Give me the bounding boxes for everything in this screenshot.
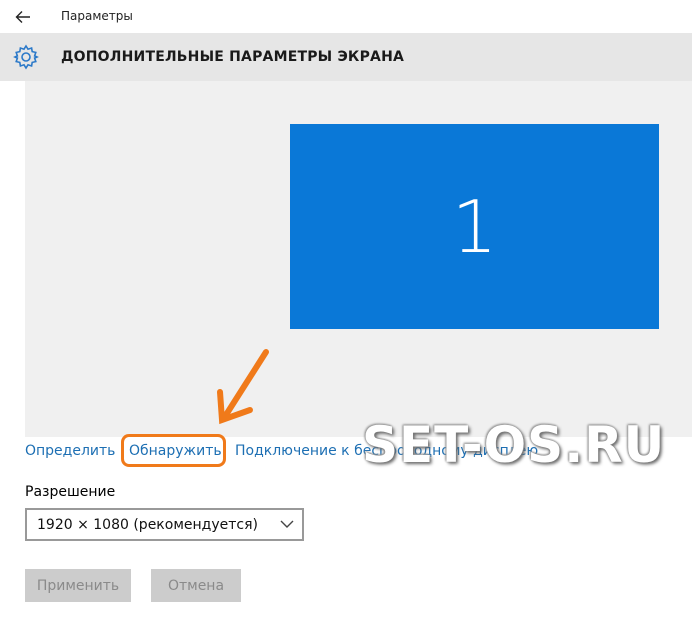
- watermark-text: SET-OS.RU: [362, 416, 666, 474]
- annotation-arrow-icon: [217, 349, 269, 425]
- annotation-highlight-box: [121, 434, 226, 467]
- gear-icon: [13, 44, 39, 70]
- arrow-left-icon: [15, 11, 30, 23]
- title-bar: Параметры: [0, 0, 692, 33]
- app-title: Параметры: [61, 9, 133, 23]
- page-title: ДОПОЛНИТЕЛЬНЫЕ ПАРАМЕТРЫ ЭКРАНА: [61, 49, 405, 65]
- monitor-1-tile[interactable]: 1: [290, 124, 659, 329]
- apply-button[interactable]: Применить: [25, 569, 131, 602]
- monitor-number: 1: [451, 184, 498, 269]
- back-button[interactable]: [8, 4, 38, 30]
- display-preview-area: 1: [25, 81, 692, 437]
- page-header: ДОПОЛНИТЕЛЬНЫЕ ПАРАМЕТРЫ ЭКРАНА: [0, 33, 692, 81]
- cancel-button[interactable]: Отмена: [151, 569, 241, 602]
- chevron-down-icon: [280, 520, 294, 528]
- resolution-label: Разрешение: [25, 484, 116, 500]
- resolution-dropdown[interactable]: 1920 × 1080 (рекомендуется): [25, 508, 304, 541]
- identify-link[interactable]: Определить: [25, 443, 115, 459]
- resolution-value: 1920 × 1080 (рекомендуется): [37, 517, 258, 533]
